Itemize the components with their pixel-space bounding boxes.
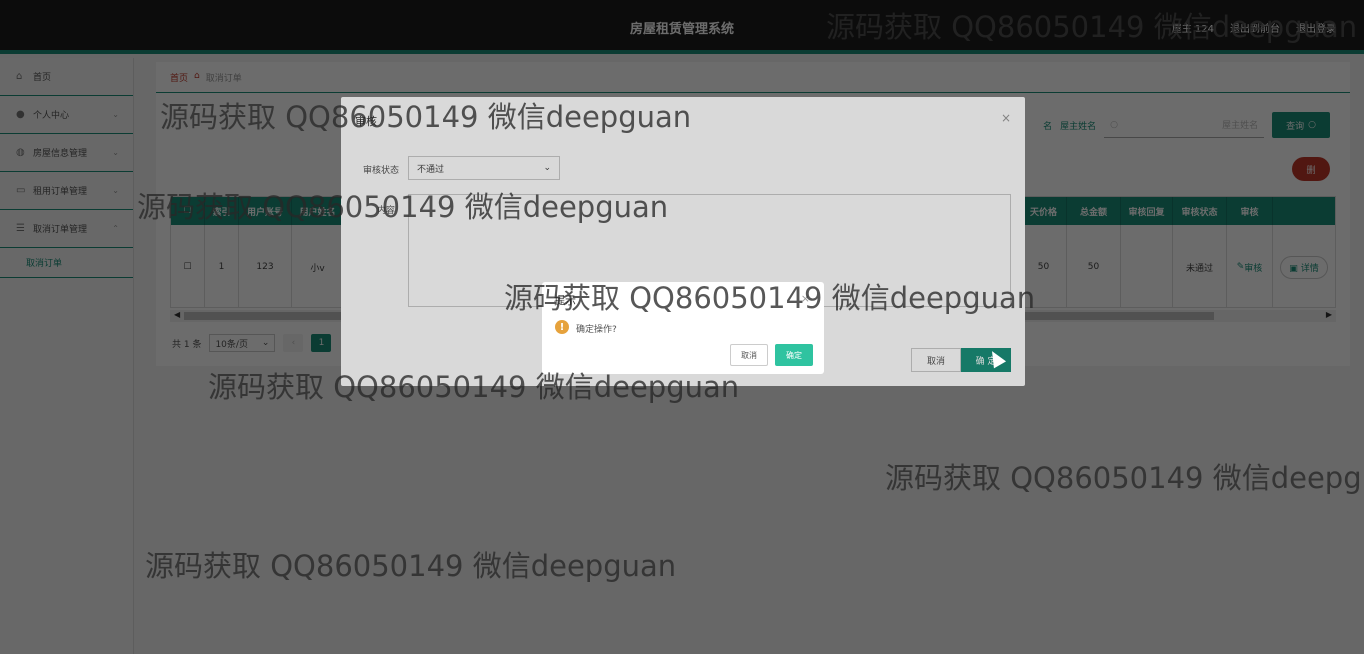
confirm-cancel-button[interactable]: 取消 xyxy=(730,344,768,366)
confirm-ok-button[interactable]: 确定 xyxy=(775,344,813,366)
warning-icon: ! xyxy=(555,320,569,334)
confirm-dialog: 提示 × ! 确定操作? 取消 确定 xyxy=(542,282,824,374)
confirm-message: 确定操作? xyxy=(576,325,617,335)
confirm-title: 提示 xyxy=(554,294,576,307)
close-icon[interactable]: × xyxy=(801,292,810,305)
